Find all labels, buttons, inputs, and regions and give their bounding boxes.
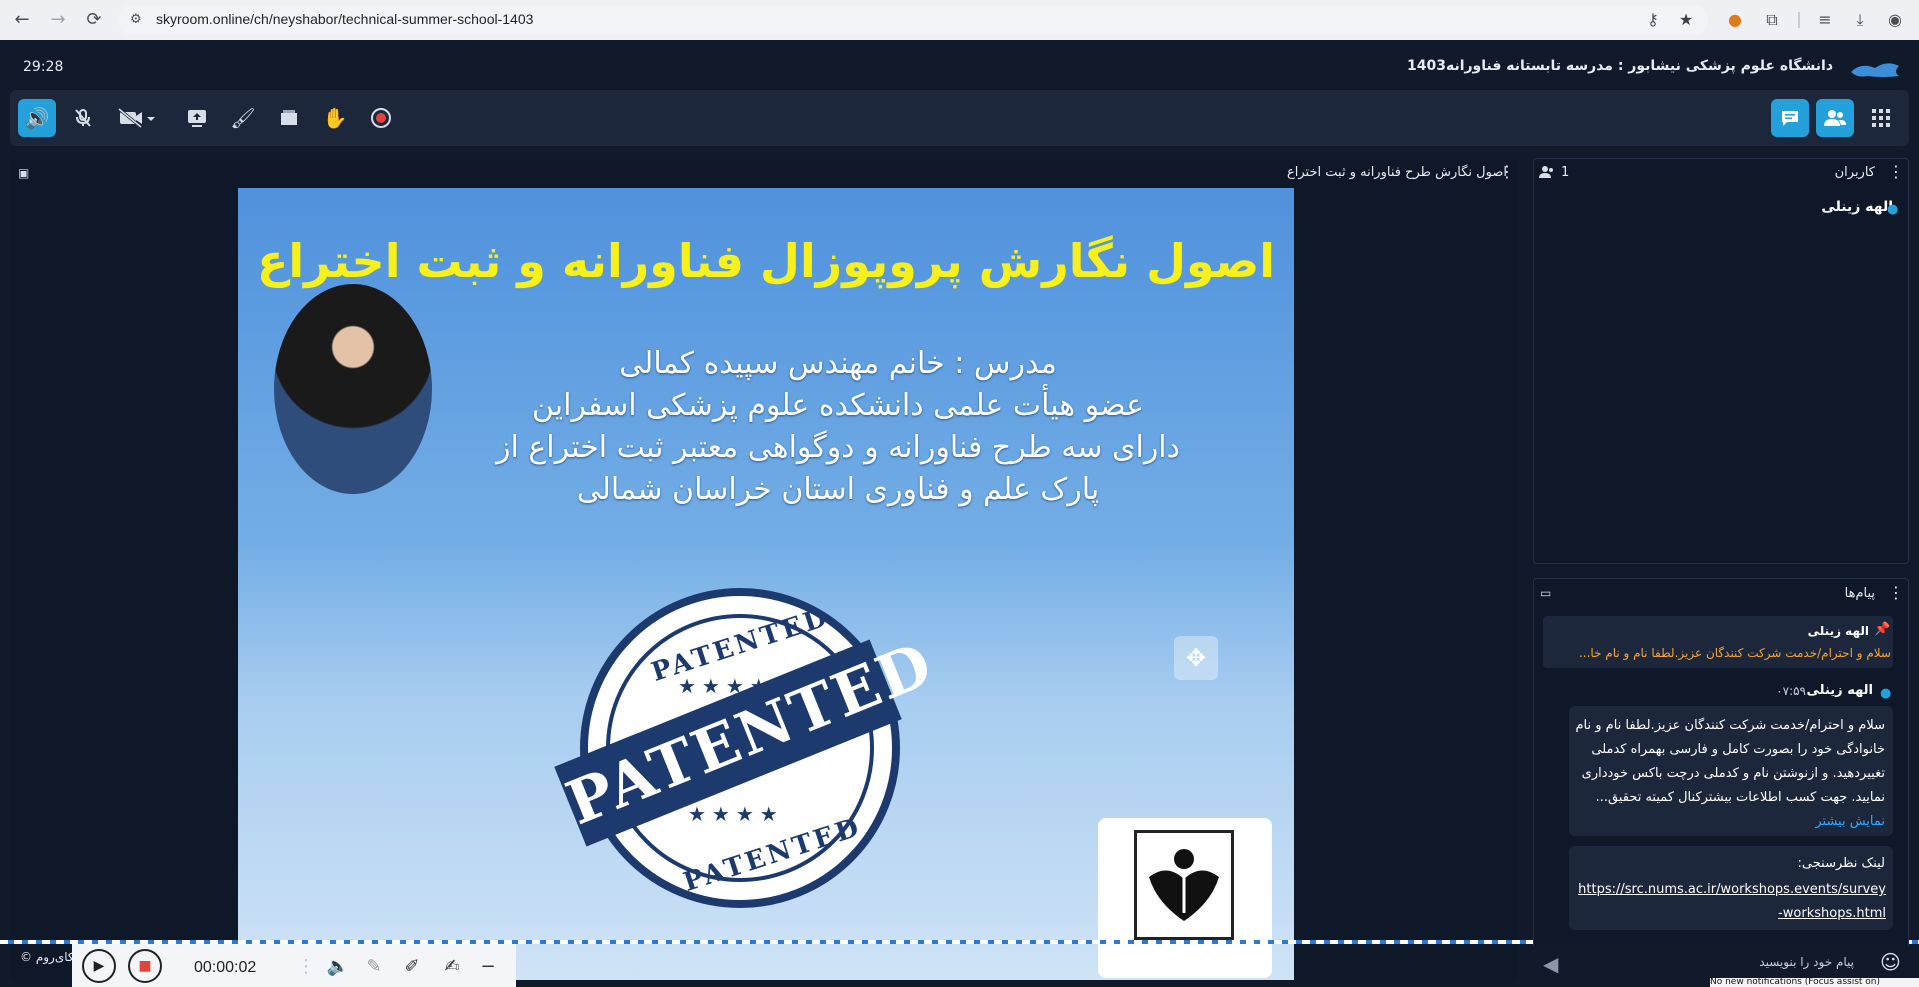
reload-icon[interactable]: ⟳ <box>82 8 106 32</box>
annotate-icon[interactable]: ✐ <box>400 955 424 979</box>
pinned-author: الهه زینلی <box>1807 624 1869 638</box>
apps-grid-icon[interactable] <box>1862 99 1900 137</box>
emoji-icon[interactable]: ☺ <box>1880 950 1901 974</box>
send-icon[interactable]: ◀ <box>1543 952 1558 976</box>
session-timer: 29:28 <box>23 59 64 75</box>
lock-icon[interactable]: ▣ <box>18 166 29 180</box>
slide-title: اصول نگارش پروپوزال فناورانه و ثبت اخترا… <box>256 234 1276 288</box>
messages-title: پیام‌ها <box>1844 586 1875 601</box>
record-icon[interactable] <box>362 99 400 137</box>
extensions-puzzle-icon[interactable]: ⧉ <box>1761 9 1783 31</box>
message-author: الهه زینلی <box>1806 683 1873 698</box>
extension-icon[interactable]: ● <box>1724 9 1746 31</box>
skyroom-logo-icon <box>1851 63 1899 77</box>
slide-line-patents: دارای سه طرح فناورانه و دوگواهی معتبر ثب… <box>496 430 1180 465</box>
users-toggle-icon[interactable] <box>1816 99 1854 137</box>
slide-line-instructor: مدرس : خانم مهندس سپیده کمالی <box>619 346 1057 381</box>
mic-muted-icon[interactable] <box>64 99 102 137</box>
play-icon[interactable]: ▶ <box>82 949 116 983</box>
download-icon[interactable]: ⤓ <box>1849 9 1871 31</box>
drag-grip-icon[interactable]: ⋮ <box>294 955 318 979</box>
pinned-text: سلام و احترام/خدمت شرکت کنندگان عزیز.لطف… <box>1578 646 1891 660</box>
messages-menu-icon[interactable]: ⋮ <box>1888 583 1904 602</box>
bookmark-star-icon[interactable]: ★ <box>1675 9 1697 31</box>
files-icon[interactable] <box>270 99 308 137</box>
message-body: سلام و احترام/خدمت شرکت کنندگان عزیز.لطف… <box>1567 714 1885 834</box>
url-text: skyroom.online/ch/neyshabor/technical-su… <box>156 11 534 27</box>
presentation-title: اصول نگارش طرح فناورانه و ثبت اختراع <box>1287 165 1507 180</box>
chat-toggle-icon[interactable] <box>1771 99 1809 137</box>
site-info-icon[interactable]: ⚙ <box>130 12 146 28</box>
speaker-icon[interactable]: 🔊 <box>18 99 56 137</box>
profile-icon[interactable]: ◉ <box>1884 9 1906 31</box>
show-more-link[interactable]: نمایش بیشتر <box>1815 814 1885 829</box>
survey-link[interactable]: https://src.nums.ac.ir/workshops.events/… <box>1578 878 1886 926</box>
whiteboard-brush-icon[interactable]: 🖌 <box>224 99 262 137</box>
users-panel <box>1533 158 1909 564</box>
volume-icon[interactable]: 🔈 <box>326 955 350 979</box>
patented-stamp: PATENTED ★★★★ PATENTED ★★★★ PATENTED <box>554 588 943 908</box>
message-text: سلام و احترام/خدمت شرکت کنندگان عزیز.لطف… <box>1575 718 1885 805</box>
back-arrow-icon[interactable]: ← <box>10 8 34 32</box>
link-label: لینک نظرسنجی: <box>1797 856 1885 871</box>
camera-off-icon[interactable] <box>112 99 162 137</box>
forward-arrow-icon[interactable]: → <box>46 8 70 32</box>
toolbar-divider <box>1798 12 1800 28</box>
users-title: کاربران <box>1834 165 1875 180</box>
pen-off-icon[interactable]: ✎ <box>362 955 386 979</box>
password-key-icon[interactable]: ⚷ <box>1642 9 1664 31</box>
message-author-icon: ● <box>1880 686 1892 701</box>
stamp-stars-bottom: ★★★★ <box>688 802 784 826</box>
room-title: دانشگاه علوم پزشکی نیشابور : مدرسه تابست… <box>1406 58 1833 74</box>
reading-list-icon[interactable]: ≡ <box>1814 9 1836 31</box>
chat-bubble-icon: ▭ <box>1540 586 1552 600</box>
presentation-menu-icon[interactable]: ⋮ <box>1499 162 1515 181</box>
playback-time: 00:00:02 <box>194 959 257 976</box>
users-count-icon <box>1539 164 1559 180</box>
notification-toast: No new notifications (Focus assist on) <box>1710 978 1919 987</box>
highlighter-icon[interactable]: ✍ <box>440 955 464 979</box>
users-menu-icon[interactable]: ⋮ <box>1888 162 1904 181</box>
presentation-slide: اصول نگارش پروپوزال فناورانه و ثبت اخترا… <box>238 188 1294 980</box>
user-avatar-icon: ● <box>1887 202 1899 217</box>
users-count: 1 <box>1561 165 1570 180</box>
slide-line-faculty: عضو هیأت علمی دانشکده علوم پزشکی اسفراین <box>531 388 1145 423</box>
share-screen-icon[interactable] <box>178 99 216 137</box>
slide-line-park: پارک علم و فناوری استان خراسان شمالی <box>576 472 1100 507</box>
move-handle-icon[interactable]: ✥ <box>1174 636 1218 680</box>
university-emblem <box>1134 830 1234 940</box>
minimize-icon[interactable]: − <box>476 955 500 979</box>
message-time: ۰۷:۵۹ <box>1776 684 1806 698</box>
pin-icon: 📌 <box>1874 622 1891 637</box>
user-list-item[interactable]: الهه زینلی <box>1821 199 1893 215</box>
message-placeholder: پیام خود را بنویسید <box>1759 955 1854 969</box>
stop-icon[interactable]: ■ <box>128 949 162 983</box>
university-logo <box>1098 818 1272 978</box>
raise-hand-icon[interactable]: ✋ <box>316 99 354 137</box>
